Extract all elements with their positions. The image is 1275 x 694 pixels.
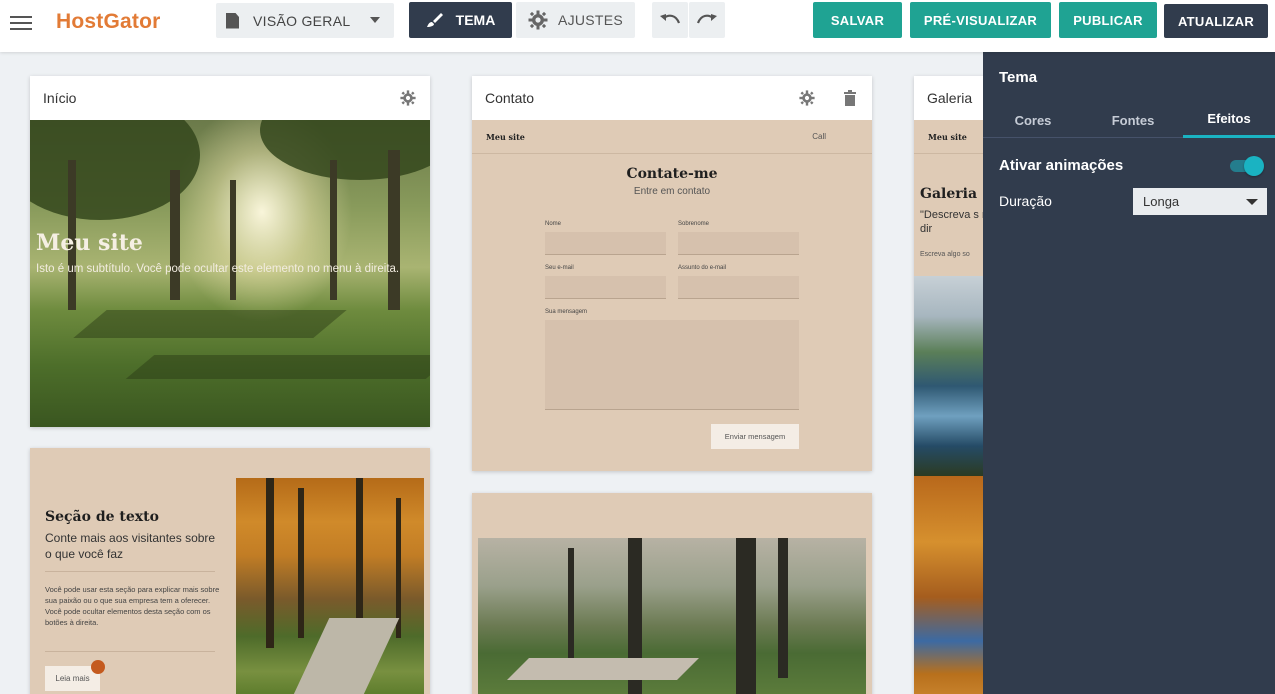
mini-link: Call [812,132,826,141]
contact-heading: Contate-me [626,166,718,182]
page-card-secao[interactable]: Seção de texto Conte mais aos visitantes… [30,448,430,694]
tab-cores[interactable]: Cores [983,102,1083,138]
label-email: Seu e-mail [545,265,574,271]
publicar-button[interactable]: PUBLICAR [1059,2,1157,38]
mini-brand: Meu site [928,132,967,142]
divider [45,571,215,572]
document-icon [226,12,239,29]
panel-title: Tema [999,69,1038,86]
panel-tabs: Cores Fontes Efeitos [983,102,1275,138]
brush-icon [426,13,443,27]
tema-button[interactable]: TEMA [409,2,512,38]
card-title: Galeria [927,90,973,106]
mini-brand: Meu site [486,132,525,142]
trash-icon[interactable] [844,90,856,106]
hero-subtitle: Isto é um subtítulo. Você pode ocultar e… [36,263,400,275]
hero-image: Meu site Isto é um subtítulo. Você pode … [30,120,430,427]
undo-icon [660,14,681,24]
ajustes-label: AJUSTES [557,12,624,28]
card-header: Início [30,76,430,120]
undo-button[interactable] [652,2,688,38]
page-card-inicio[interactable]: Início Meu site Isto é um subtítulo. Voc… [30,76,430,427]
contact-subheading: Entre em contato [633,186,711,197]
page-card-contato[interactable]: Contato Meu site Call Contate-me Entre e… [472,76,872,471]
label-assunto: Assunto do e-mail [678,265,727,271]
redo-icon [696,14,717,24]
animations-label: Ativar animações [999,157,1124,174]
gallery-small-text: Escreva algo so [920,251,970,258]
gallery-heading: Galeria [920,186,978,202]
theme-panel: Tema Cores Fontes Efeitos Ativar animaçõ… [983,52,1275,694]
divider [45,651,215,652]
gear-icon[interactable] [799,90,815,106]
card-title: Início [43,90,77,106]
hostgator-logo: HostGator [56,10,161,33]
chevron-down-icon [1246,199,1258,205]
tab-efeitos[interactable]: Efeitos [1183,102,1275,138]
redo-button[interactable] [689,2,725,38]
card-title: Contato [485,90,535,106]
page-select-label: VISÃO GERAL [253,12,351,29]
hero-title: Meu site [36,230,143,256]
section-title: Seção de texto [45,509,159,525]
animations-toggle[interactable] [1230,155,1264,177]
section-body: Você pode usar esta seção para explicar … [45,585,220,627]
sobrenome-field[interactable] [678,232,799,255]
page-select[interactable]: VISÃO GERAL [216,3,394,38]
card-header: Contato [472,76,872,120]
assunto-field[interactable] [678,276,799,299]
chevron-down-icon [370,17,380,23]
email-field[interactable] [545,276,666,299]
mini-nav: Meu site Call [472,120,872,154]
ajustes-button[interactable]: AJUSTES [516,2,635,38]
menu-icon[interactable] [10,12,32,30]
contact-form-preview: Meu site Call Contate-me Entre em contat… [472,120,872,471]
tema-label: TEMA [455,12,496,28]
label-nome: Nome [545,221,562,227]
top-toolbar: HostGator VISÃO GERAL TEMA AJUSTES SALVA… [0,0,1275,52]
park-path-image [478,538,866,694]
page-card-image-section[interactable] [472,493,872,694]
edit-badge-icon[interactable] [91,660,105,674]
label-sobrenome: Sobrenome [678,221,710,227]
previsualizar-button[interactable]: PRÉ-VISUALIZAR [910,2,1051,38]
atualizar-button[interactable]: ATUALIZAR [1164,4,1268,38]
enviar-mensagem-button[interactable]: Enviar mensagem [711,424,799,449]
autumn-park-image [236,478,424,694]
gear-icon[interactable] [400,90,416,106]
duration-value: Longa [1143,194,1180,209]
section-lead: Conte mais aos visitantes sobre o que vo… [45,531,216,561]
duration-label: Duração [999,193,1052,209]
mensagem-field[interactable] [545,320,799,410]
duration-select[interactable]: Longa [1133,188,1267,215]
salvar-button[interactable]: SALVAR [813,2,902,38]
tab-fontes[interactable]: Fontes [1083,102,1183,138]
label-mensagem: Sua mensagem [545,309,588,315]
nome-field[interactable] [545,232,666,255]
gear-icon [528,10,548,30]
